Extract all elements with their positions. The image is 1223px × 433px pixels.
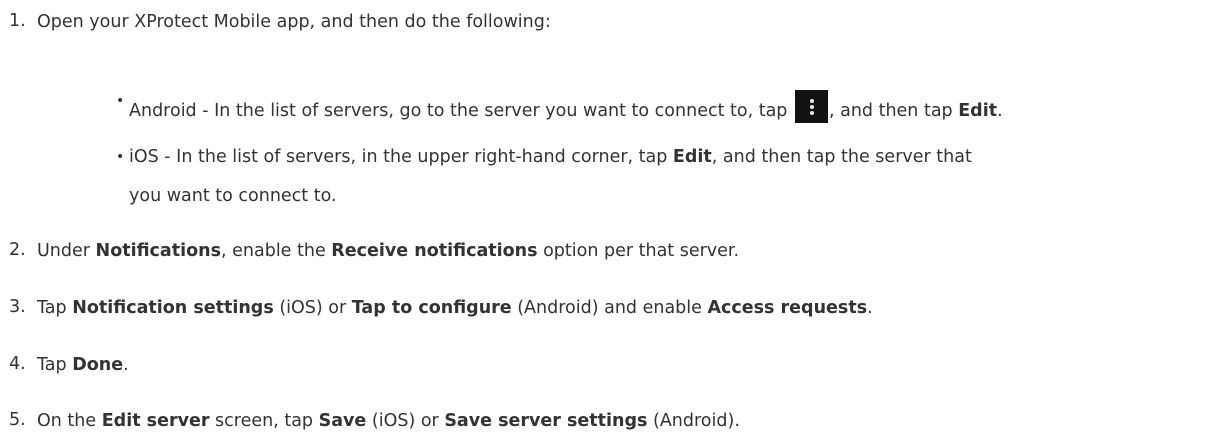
substep-text-continuation: you want to connect to. [129, 186, 337, 206]
step-text: On the Edit server screen, tap Save (iOS… [37, 411, 740, 431]
step-text: Tap Notification settings (iOS) or Tap t… [37, 298, 873, 318]
substep-text: Android - In the list of servers, go to … [129, 90, 1003, 123]
step-number: 1. [9, 11, 26, 31]
bullet: • [116, 149, 125, 165]
step-text: Open your XProtect Mobile app, and then … [37, 12, 551, 32]
step-number: 2. [9, 240, 26, 260]
step-number: 3. [9, 297, 26, 317]
step-number: 4. [9, 354, 26, 374]
step-text: Under Notifications, enable the Receive … [37, 241, 740, 261]
bullet: • [116, 93, 125, 109]
step-number: 5. [9, 410, 26, 430]
substep-text: iOS - In the list of servers, in the upp… [129, 147, 972, 167]
step-text: Tap Done. [37, 355, 129, 375]
more-vertical-icon [794, 90, 828, 123]
